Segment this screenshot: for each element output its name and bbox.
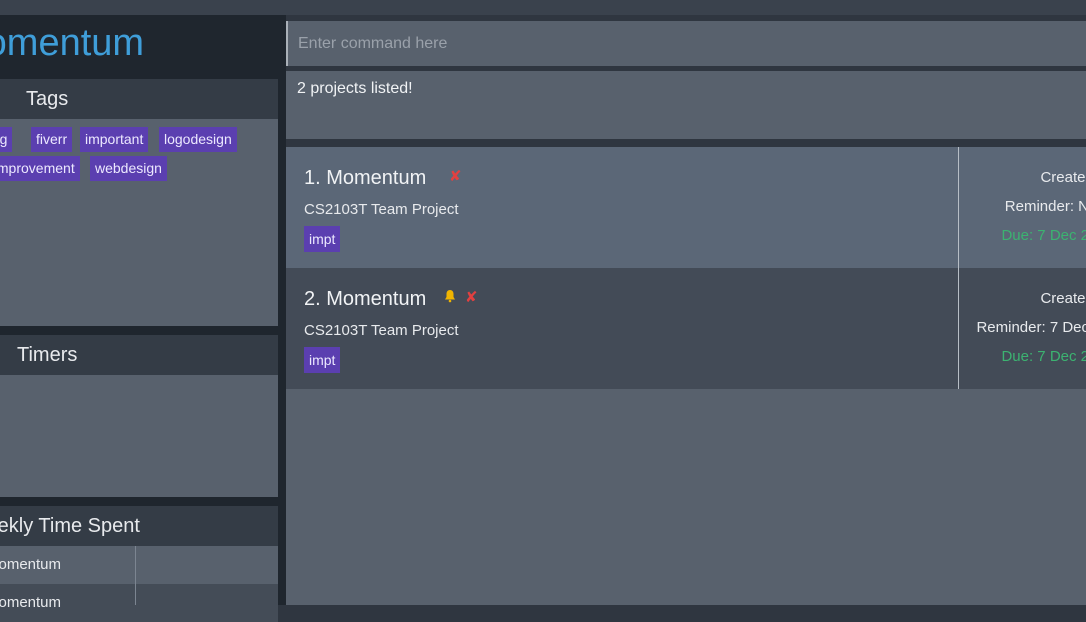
incomplete-icon: ✘ — [449, 168, 462, 185]
project-description: CS2103T Team Project — [304, 322, 459, 339]
command-input[interactable] — [286, 21, 1086, 66]
project-list[interactable]: 1. Momentum ✘ CS2103T Team Project impt … — [286, 147, 1086, 605]
tag-chip[interactable]: webdesign — [90, 156, 167, 181]
timers-panel-header: Timers — [0, 335, 278, 375]
window-top-bar — [0, 0, 1086, 15]
tags-panel-body: writing fiverr important logodesign self… — [0, 119, 278, 326]
due-date: Due: 7 Dec 2 — [1001, 227, 1086, 244]
created-date: Created: — [1040, 169, 1086, 186]
weekly-panel-title: Weekly Time Spent — [0, 515, 140, 537]
incomplete-icon: ✘ — [465, 289, 478, 306]
bell-icon — [445, 290, 455, 303]
table-row: Momentum — [0, 546, 278, 584]
tag-chip[interactable]: important — [80, 127, 149, 152]
result-display: 2 projects listed! — [286, 71, 1086, 139]
weekly-panel-header: Weekly Time Spent — [0, 506, 278, 546]
tags-panel-title: Tags — [26, 88, 69, 110]
table-row: Momentum — [0, 584, 278, 622]
project-title: 2. Momentum — [304, 288, 427, 310]
project-title: 1. Momentum — [304, 167, 427, 189]
project-name-cell: Momentum — [0, 556, 62, 573]
tag-chip[interactable]: selfimprovement — [0, 156, 80, 181]
card-divider — [958, 268, 959, 389]
project-tag: impt — [304, 226, 341, 252]
reminder-date: Reminder: 7 Dec — [976, 319, 1086, 336]
timers-panel-title: Timers — [17, 344, 78, 366]
project-name-cell: Momentum — [0, 594, 62, 611]
app-title: Momentum — [0, 22, 145, 64]
column-divider — [135, 546, 136, 605]
project-card[interactable]: 2. Momentum ✘ CS2103T Team Project impt … — [286, 268, 1086, 389]
tag-chip[interactable]: writing — [0, 127, 13, 152]
reminder-date: Reminder: N — [1004, 198, 1086, 215]
card-divider — [958, 147, 959, 268]
project-description: CS2103T Team Project — [304, 201, 459, 218]
tag-chip[interactable]: fiverr — [31, 127, 73, 152]
result-text: 2 projects listed! — [297, 80, 413, 97]
due-date: Due: 7 Dec 2 — [1001, 348, 1086, 365]
tag-chip[interactable]: logodesign — [159, 127, 237, 152]
created-date: Created: — [1040, 290, 1086, 307]
project-tag: impt — [304, 347, 341, 373]
tags-panel-header: Tags — [0, 79, 278, 119]
project-card[interactable]: 1. Momentum ✘ CS2103T Team Project impt … — [286, 147, 1086, 268]
timers-panel-body — [0, 375, 278, 497]
